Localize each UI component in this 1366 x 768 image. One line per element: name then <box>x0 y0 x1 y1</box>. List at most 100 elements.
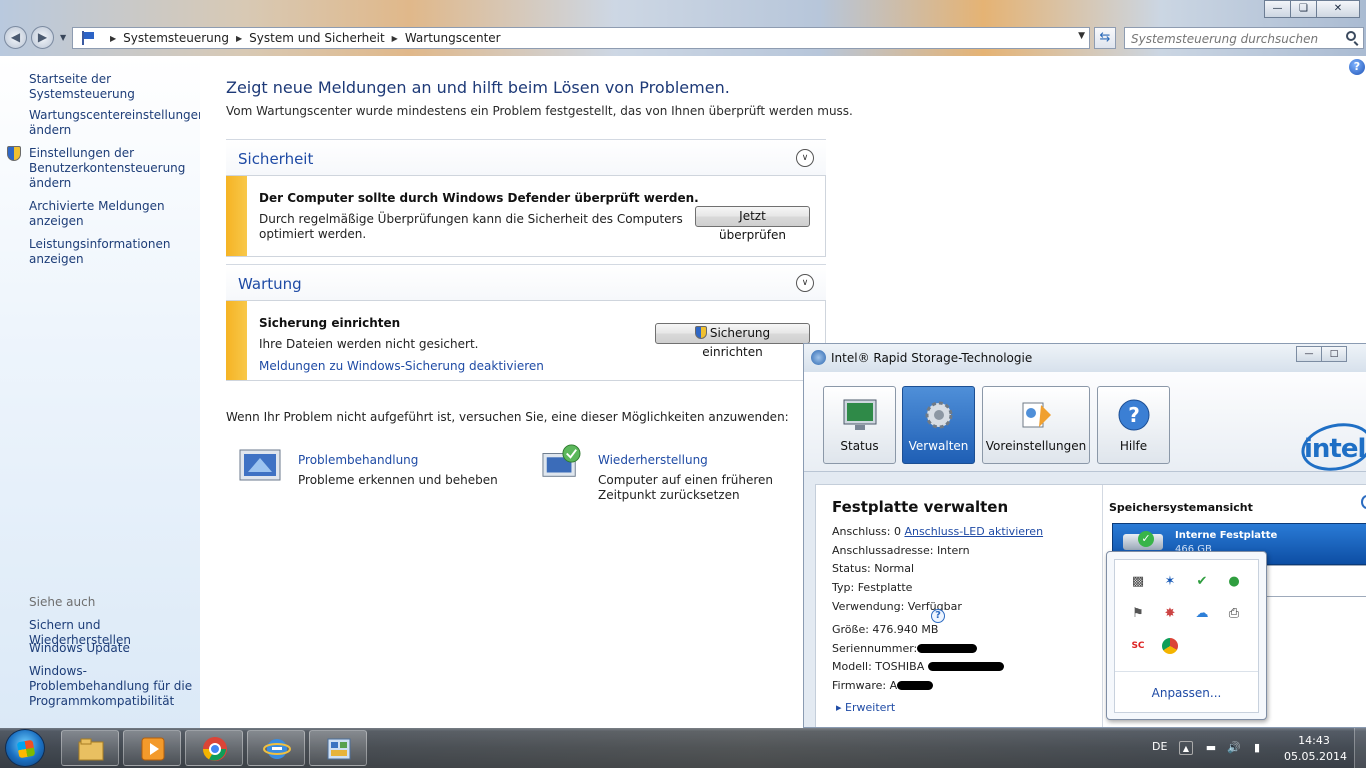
show-hidden-icons-icon[interactable]: ▲ <box>1179 741 1193 755</box>
maximize-button[interactable]: ❏ <box>1290 0 1317 18</box>
svg-text:?: ? <box>1128 403 1140 427</box>
address-bar[interactable]: ▶ Systemsteuerung ▶ System und Sicherhei… <box>72 27 1090 49</box>
search-input[interactable] <box>1124 27 1364 49</box>
redacted-serial <box>917 644 978 653</box>
see-also-windows-update[interactable]: Windows Update <box>29 641 199 656</box>
section-maintenance-header[interactable]: Wartung ∨ <box>226 264 826 300</box>
search-icon[interactable] <box>1346 31 1356 41</box>
sidebar-link-uac[interactable]: Einstellungen der Benutzerkontensteuerun… <box>29 146 185 191</box>
battery-icon[interactable]: ▮ <box>1250 741 1264 755</box>
refresh-button[interactable]: ⇆ <box>1094 27 1116 49</box>
prop-size: Größe: 476.940 MB <box>832 623 939 636</box>
breadcrumb-system-und-sicherheit[interactable]: System und Sicherheit <box>249 31 385 45</box>
scan-now-button[interactable]: Jetzt überprüfen <box>695 206 810 242</box>
see-also-compat-troubleshooting[interactable]: Windows-Problembehandlung für die Progra… <box>29 664 197 709</box>
rst-tab-status[interactable]: Status <box>823 386 896 464</box>
redacted-model <box>927 662 1004 671</box>
breadcrumb-wartungscenter[interactable]: Wartungscenter <box>405 31 501 45</box>
sidebar-link-performance[interactable]: Leistungsinformationen anzeigen <box>29 237 170 267</box>
address-dropdown-icon[interactable]: ▼ <box>1078 31 1085 41</box>
security-message-text: Durch regelmäßige Überprüfungen kann die… <box>259 212 683 241</box>
minimize-button[interactable]: — <box>1264 0 1291 18</box>
control-panel-icon <box>327 738 351 760</box>
prop-serial-label: Seriennummer: <box>832 642 918 655</box>
troubleshoot-hint: Wenn Ihr Problem nicht aufgeführt ist, v… <box>226 410 789 424</box>
help-icon[interactable]: ? <box>931 609 945 623</box>
sidebar-link-settings[interactable]: Wartungscentereinstellungen ändern <box>29 108 206 138</box>
rst-maximize-button[interactable]: □ <box>1321 346 1347 362</box>
back-button[interactable]: ◀ <box>4 26 27 49</box>
printer-icon[interactable]: ⎙ <box>1226 606 1242 622</box>
tray-customize-link[interactable]: Anpassen... <box>1115 686 1258 700</box>
recovery-icon[interactable] <box>538 444 584 482</box>
signal-strength-icon[interactable]: ▬ <box>1204 741 1218 755</box>
troubleshooting-link[interactable]: Problembehandlung <box>298 453 418 467</box>
chevron-down-icon[interactable]: ∨ <box>796 149 814 167</box>
safely-remove-icon[interactable]: ✔ <box>1194 574 1210 590</box>
taskbar-control-panel[interactable] <box>309 730 367 766</box>
rst-tab-preferences-label: Voreinstellungen <box>985 439 1087 453</box>
port-led-link[interactable]: Anschluss-LED aktivieren <box>904 525 1043 538</box>
bluetooth-icon[interactable]: ✶ <box>1162 574 1178 590</box>
usb-check-icon[interactable]: ● <box>1226 574 1242 590</box>
breadcrumb-systemsteuerung[interactable]: Systemsteuerung <box>123 31 229 45</box>
volume-icon[interactable]: 🔊 <box>1227 741 1241 755</box>
internet-explorer-icon <box>263 739 291 759</box>
clock-time[interactable]: 14:43 <box>1296 734 1332 747</box>
chrome-icon[interactable] <box>1162 638 1178 654</box>
maintenance-message-text: Ihre Dateien werden nicht gesichert. <box>259 337 479 351</box>
prop-firmware-label: Firmware: A <box>832 679 898 692</box>
action-center-flag-icon[interactable]: ⚑ <box>1130 606 1146 622</box>
rst-window-title: Intel® Rapid Storage-Technologie <box>831 351 1033 365</box>
rst-tab-help[interactable]: ? Hilfe <box>1097 386 1170 464</box>
breadcrumb-separator-icon[interactable]: ▶ <box>110 34 116 43</box>
antivirus-icon[interactable]: ✸ <box>1162 606 1178 622</box>
refresh-icon[interactable] <box>1361 495 1366 509</box>
prop-address: Anschlussadresse: Intern <box>832 544 970 557</box>
gear-icon <box>925 401 952 429</box>
section-security-title: Sicherheit <box>238 150 314 168</box>
chevron-down-icon[interactable]: ∨ <box>796 274 814 292</box>
rst-minimize-button[interactable]: — <box>1296 346 1322 362</box>
disable-backup-messages-link[interactable]: Meldungen zu Windows-Sicherung deaktivie… <box>259 359 544 373</box>
language-indicator[interactable]: DE <box>1152 740 1167 753</box>
network-device-icon[interactable]: ▩ <box>1130 574 1146 590</box>
section-security-header[interactable]: Sicherheit ∨ <box>226 139 826 175</box>
start-button[interactable] <box>5 729 45 767</box>
clock-date[interactable]: 05.05.2014 <box>1284 750 1347 763</box>
intel-rst-window: Intel® Rapid Storage-Technologie — □ Sta… <box>803 343 1366 728</box>
setup-backup-button[interactable]: Sicherung einrichten <box>655 323 810 359</box>
recovery-link[interactable]: Wiederherstellung <box>598 453 708 467</box>
rst-content: Festplatte verwalten Anschluss: 0 Anschl… <box>815 484 1366 727</box>
troubleshooting-icon[interactable] <box>238 446 284 484</box>
show-desktop-button[interactable] <box>1354 728 1366 768</box>
rst-titlebar: Intel® Rapid Storage-Technologie — □ <box>804 344 1366 372</box>
breadcrumb-separator-icon[interactable]: ▶ <box>392 34 398 43</box>
help-icon[interactable]: ? <box>1349 59 1365 75</box>
rst-tab-help-label: Hilfe <box>1119 439 1148 453</box>
close-button[interactable]: ✕ <box>1316 0 1360 18</box>
taskbar-explorer[interactable] <box>61 730 119 766</box>
sidebar-link-home[interactable]: Startseite der Systemsteuerung <box>29 72 199 102</box>
forward-button[interactable]: ▶ <box>31 26 54 49</box>
window-controls: — ❏ ✕ <box>1264 0 1360 18</box>
rst-tab-manage[interactable]: Verwalten <box>902 386 975 464</box>
breadcrumb-separator-icon[interactable]: ▶ <box>236 34 242 43</box>
history-dropdown-icon[interactable]: ▼ <box>60 33 66 42</box>
sc-app-icon[interactable]: SC <box>1130 638 1146 654</box>
redacted-firmware <box>897 681 934 690</box>
taskbar-media-player[interactable] <box>123 730 181 766</box>
taskbar-ie[interactable] <box>247 730 305 766</box>
monitor-icon <box>843 399 876 430</box>
maintenance-message-title: Sicherung einrichten <box>259 316 401 330</box>
cloud-icon[interactable]: ☁ <box>1194 606 1210 622</box>
check-icon: ✓ <box>1138 531 1154 547</box>
advanced-expander[interactable]: ▸ Erweitert <box>836 701 895 714</box>
taskbar-chrome[interactable] <box>185 730 243 766</box>
rst-tab-status-label: Status <box>840 439 879 453</box>
rst-tab-preferences[interactable]: Voreinstellungen <box>982 386 1090 464</box>
warning-bar <box>226 176 247 256</box>
prop-status: Status: Normal <box>832 562 915 575</box>
sidebar-link-archived[interactable]: Archivierte Meldungen anzeigen <box>29 199 169 229</box>
media-player-icon <box>141 737 165 761</box>
